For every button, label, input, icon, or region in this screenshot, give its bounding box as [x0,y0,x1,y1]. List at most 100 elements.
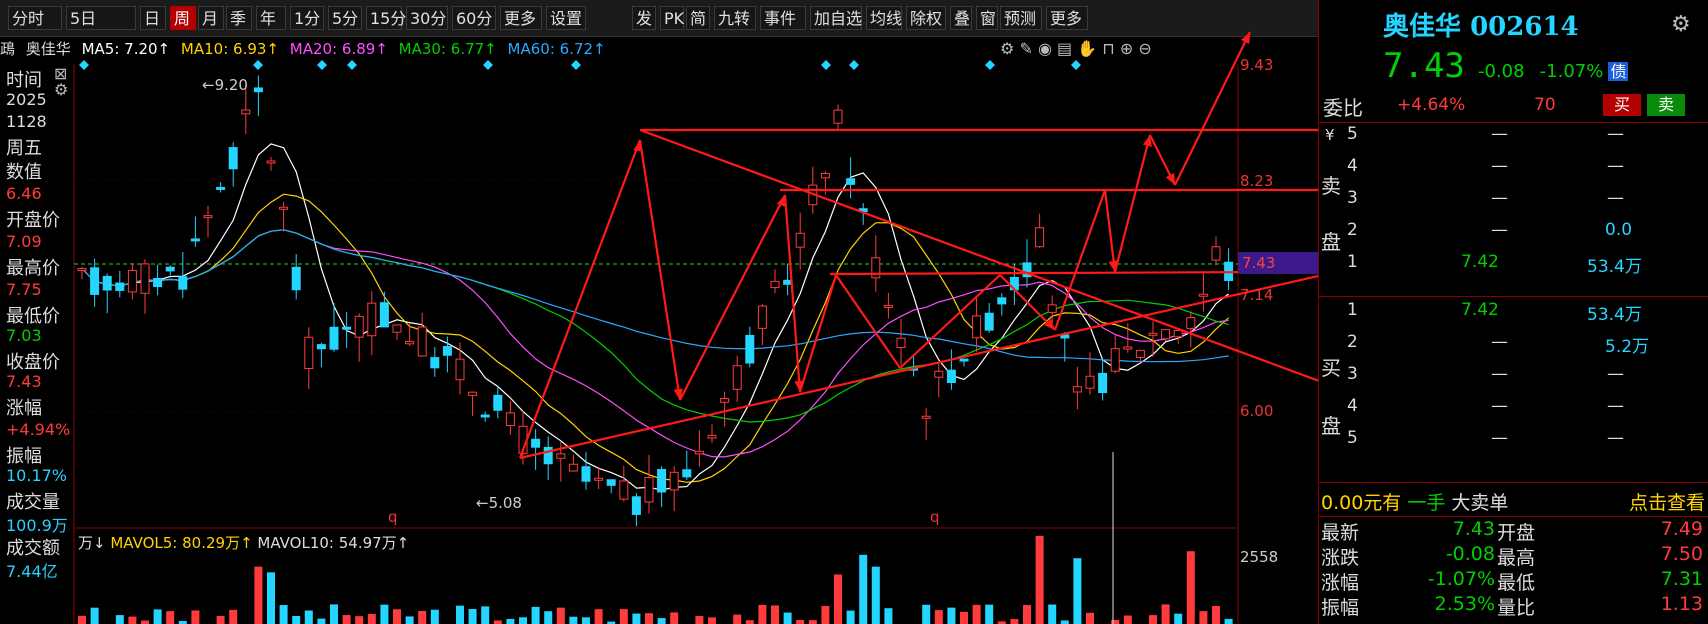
candle-body [1135,349,1145,358]
volume-bar [985,604,994,624]
volume-bar [191,610,200,624]
candle-body [657,469,667,493]
volume-bar [342,615,351,624]
signal-marker [317,60,327,70]
axis-label: 9.43 [1240,56,1274,74]
settings-icon[interactable]: ⚙ [1671,12,1691,37]
sell-order-price: 7.42 [1461,252,1499,272]
candle-body [329,326,339,350]
candle-body [405,341,415,345]
candle-body [1085,375,1095,389]
buy-order-price: — [1491,364,1508,384]
buy-order-level: 2 [1347,332,1358,352]
volume-bar [708,617,716,624]
volume-bar [141,620,149,624]
candle-body [959,358,969,362]
volume-bar [1161,604,1170,624]
volume-bar [632,613,641,624]
candle-body [379,302,389,328]
low-marker: ←5.08 [476,494,522,512]
candle-body [115,282,125,291]
candle-body [833,109,843,124]
volume-bar [569,616,578,624]
weibi-value: +4.64% [1397,95,1466,115]
sell-order-volume: — [1607,156,1624,176]
candle-body [455,358,465,381]
candle-body [644,476,654,503]
candle-body [304,336,314,370]
volume-bar [1010,619,1019,624]
sell-order-level: 5 [1347,124,1358,144]
candle-body [1198,293,1208,297]
volume-bar [834,574,842,624]
big-order-bar: 0.00元有 一手 大卖单 点击查看 [1321,488,1707,515]
candle-body [77,268,87,272]
bond-badge[interactable]: 债 [1608,62,1629,81]
candle-body [417,326,427,357]
trend-line [835,274,901,369]
buy-order-price: — [1491,396,1508,416]
candle-body [102,275,112,291]
stock-code: 002614 [1470,12,1579,42]
trend-line [518,139,642,459]
candle-body [682,469,692,478]
volume-bar [254,566,263,624]
buy-order-volume: — [1607,428,1624,448]
ma-line [81,143,1229,491]
big-order-link[interactable]: 点击查看 [1629,488,1705,515]
candle-body [1123,346,1133,350]
buy-order-level: 3 [1347,364,1358,384]
candle-body [1035,227,1045,248]
stat-value-2: 7.50 [1660,543,1703,565]
divider [1319,516,1708,517]
stat-value: -1.07% [1427,568,1495,590]
sell-order-level: 3 [1347,188,1358,208]
candle-body [606,479,616,486]
candle-body [279,206,289,210]
volume-bar [1212,606,1220,624]
volume-bar [506,618,515,624]
sell-button[interactable]: 卖 [1647,94,1685,116]
candle-body [153,277,163,288]
volume-bar [1174,613,1183,624]
candle-body [984,312,994,331]
yen-symbol: ¥ [1325,126,1335,144]
price-change: -0.08 [1477,61,1525,82]
volume-bar [153,609,162,624]
candle-body [631,496,641,515]
buy-side-label-2: 盘 [1321,414,1341,438]
buy-button[interactable]: 买 [1603,94,1641,116]
current-price-tag: 7.43 [1238,252,1318,274]
last-price: 7.43 [1383,46,1465,86]
candle-body [127,269,137,293]
axis-label: 8.23 [1240,172,1274,190]
stat-label-2: 量比 [1497,597,1536,619]
candle-body [1110,348,1120,372]
volume-bar [771,605,779,624]
candle-body [896,337,906,348]
sell-order-price: — [1491,188,1508,208]
trend-line [1174,31,1251,186]
big-order-hand: 一手 [1407,492,1446,514]
candle-body [783,279,793,285]
candle-body [795,232,805,248]
stat-label-2: 最低 [1497,572,1536,594]
candle-body [203,215,213,219]
kline-chart[interactable] [0,0,1318,624]
candle-body [266,160,276,164]
volume-bar [556,607,565,624]
signal-marker [571,60,581,70]
candle-body [581,466,591,482]
volume-bar [846,610,855,624]
stat-label: 振幅 [1321,597,1360,619]
volume-bar [884,608,893,624]
volume-bar [393,609,401,624]
candle-body [1148,332,1158,336]
sell-order-volume: — [1607,124,1624,144]
buy-side-label-1: 买 [1321,356,1341,380]
volume-bar [1048,604,1057,624]
candle-body [720,398,730,403]
volume-bar [1035,535,1044,624]
candle-body [1173,329,1183,338]
candle-body [846,178,856,185]
